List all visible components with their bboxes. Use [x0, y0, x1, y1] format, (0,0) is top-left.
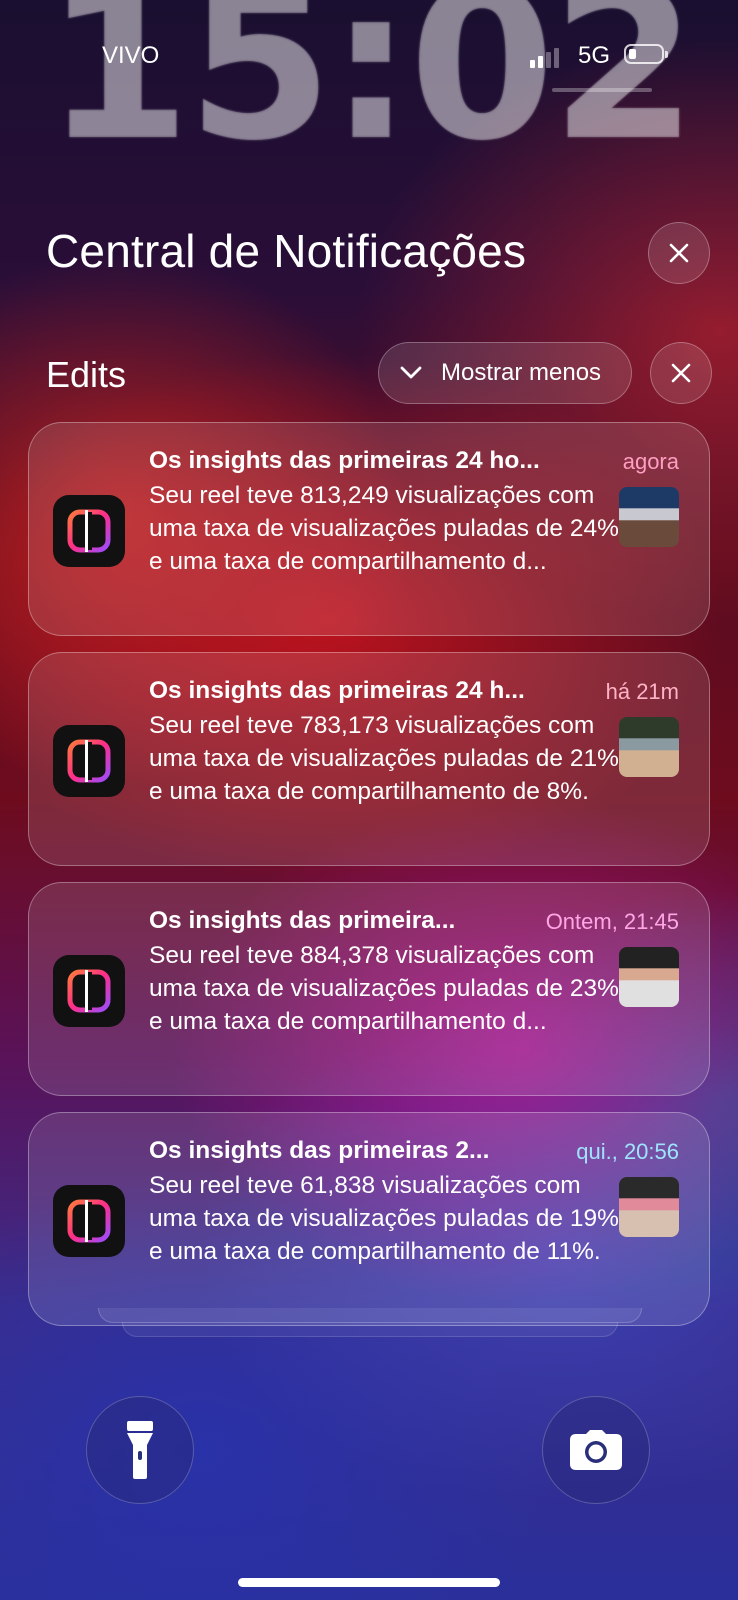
- notification-group-name: Edits: [46, 354, 127, 395]
- edits-app-icon: [53, 955, 125, 1027]
- status-bar: VIVO 5G: [0, 40, 738, 74]
- camera-button[interactable]: [542, 1396, 650, 1504]
- network-type-label: 5G: [578, 42, 611, 69]
- close-icon: [671, 363, 691, 383]
- notification-time: Ontem, 21:45: [545, 909, 679, 934]
- clear-group-button[interactable]: [650, 342, 712, 404]
- show-less-label: Mostrar menos: [441, 359, 602, 386]
- notification-body: Seu reel teve 61,838 visualizações com u…: [149, 1172, 619, 1265]
- carrier-label: VIVO: [102, 42, 160, 69]
- reel-thumbnail: [619, 947, 679, 1007]
- notification-card[interactable]: Os insights das primeiras 2... qui., 20:…: [28, 1112, 710, 1326]
- notification-title: Os insights das primeiras 24 ho...: [149, 447, 540, 474]
- reel-thumbnail: [619, 717, 679, 777]
- cellular-signal-icon: [530, 46, 559, 68]
- show-less-button[interactable]: Mostrar menos: [378, 342, 632, 404]
- notification-time: há 21m: [605, 679, 679, 704]
- stacked-notification-edge[interactable]: [98, 1308, 642, 1323]
- notification-card[interactable]: Os insights das primeira... Ontem, 21:45…: [28, 882, 710, 1096]
- notification-body: Seu reel teve 813,249 visualizações com …: [149, 482, 619, 575]
- notification-center-title: Central de Notificações: [46, 225, 527, 277]
- notification-time: qui., 20:56: [576, 1139, 679, 1164]
- edits-app-icon: [53, 1185, 125, 1257]
- reel-thumbnail: [619, 1177, 679, 1237]
- dynamic-island-hint: [552, 88, 652, 92]
- close-icon: [669, 243, 689, 263]
- camera-icon: [570, 1430, 622, 1470]
- notification-card[interactable]: Os insights das primeiras 24 ho... agora…: [28, 422, 710, 636]
- notification-title: Os insights das primeiras 2...: [149, 1137, 490, 1164]
- notification-card[interactable]: Os insights das primeiras 24 h... há 21m…: [28, 652, 710, 866]
- notification-body: Seu reel teve 884,378 visualizações com …: [149, 942, 619, 1035]
- lockscreen-clock: 15:02: [44, 0, 697, 187]
- notification-time: agora: [622, 449, 679, 474]
- clear-all-button[interactable]: [648, 222, 710, 284]
- notification-body: Seu reel teve 783,173 visualizações com …: [149, 712, 619, 805]
- edits-app-icon: [53, 495, 125, 567]
- edits-app-icon: [53, 725, 125, 797]
- stacked-notification-edge[interactable]: [122, 1322, 618, 1337]
- notification-title: Os insights das primeiras 24 h...: [149, 677, 525, 704]
- reel-thumbnail: [619, 487, 679, 547]
- chevron-down-icon: [400, 366, 422, 379]
- flashlight-icon: [127, 1421, 153, 1479]
- battery-icon: [624, 44, 668, 64]
- home-indicator[interactable]: [238, 1578, 500, 1587]
- flashlight-button[interactable]: [86, 1396, 194, 1504]
